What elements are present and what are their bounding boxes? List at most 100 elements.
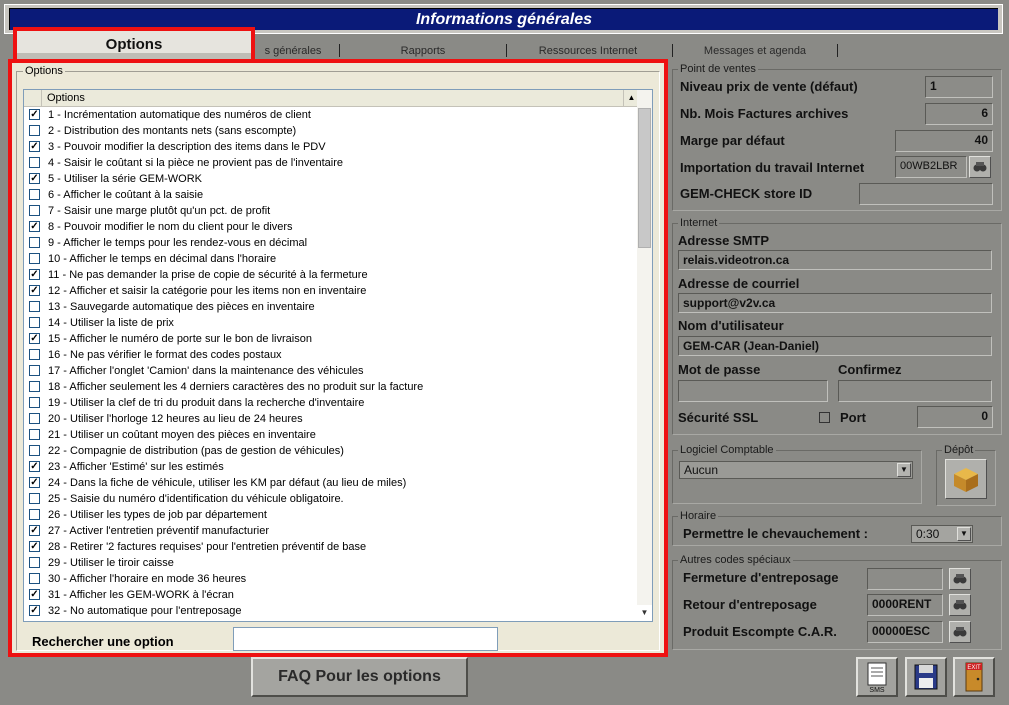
- option-checkbox[interactable]: [29, 317, 40, 328]
- option-row[interactable]: ✓ 32 - No automatique pour l'entreposage: [24, 603, 639, 619]
- option-checkbox[interactable]: [29, 349, 40, 360]
- confirm-password-field[interactable]: [838, 380, 992, 402]
- option-checkbox[interactable]: ✓: [29, 221, 40, 232]
- produit-field[interactable]: 00000ESC: [867, 621, 943, 643]
- option-checkbox[interactable]: [29, 253, 40, 264]
- option-checkbox[interactable]: ✓: [29, 269, 40, 280]
- option-checkbox[interactable]: [29, 557, 40, 568]
- option-checkbox[interactable]: ✓: [29, 541, 40, 552]
- option-row[interactable]: 26 - Utiliser les types de job par dépar…: [24, 507, 639, 523]
- option-checkbox[interactable]: [29, 493, 40, 504]
- option-checkbox[interactable]: ✓: [29, 461, 40, 472]
- tab-rapports[interactable]: Rapports: [348, 42, 498, 60]
- option-checkbox[interactable]: [29, 189, 40, 200]
- option-row[interactable]: ✓ 15 - Afficher le numéro de porte sur le…: [24, 331, 639, 347]
- save-button[interactable]: [905, 657, 947, 697]
- chevron-down-icon[interactable]: ▼: [957, 527, 971, 541]
- option-checkbox[interactable]: [29, 445, 40, 456]
- option-checkbox[interactable]: [29, 205, 40, 216]
- option-row[interactable]: 30 - Afficher l'horaire en mode 36 heure…: [24, 571, 639, 587]
- option-row[interactable]: 14 - Utiliser la liste de prix: [24, 315, 639, 331]
- chevron-down-icon[interactable]: ▼: [897, 463, 911, 477]
- option-row[interactable]: 22 - Compagnie de distribution (pas de g…: [24, 443, 639, 459]
- option-checkbox[interactable]: [29, 429, 40, 440]
- password-field[interactable]: [678, 380, 828, 402]
- option-checkbox[interactable]: ✓: [29, 477, 40, 488]
- logiciel-comptable-select[interactable]: Aucun ▼: [679, 461, 913, 479]
- depot-button[interactable]: [945, 459, 987, 499]
- tab-messages-agenda[interactable]: Messages et agenda: [680, 42, 830, 60]
- search-option-input[interactable]: [233, 627, 498, 651]
- chevauchement-select[interactable]: 0:30 ▼: [911, 525, 973, 543]
- option-checkbox[interactable]: ✓: [29, 109, 40, 120]
- option-row[interactable]: ✓ 31 - Afficher les GEM-WORK à l'écran: [24, 587, 639, 603]
- option-checkbox[interactable]: ✓: [29, 285, 40, 296]
- user-field[interactable]: GEM-CAR (Jean-Daniel): [678, 336, 992, 356]
- option-row[interactable]: ✓ 28 - Retirer '2 factures requises' pour…: [24, 539, 639, 555]
- option-row[interactable]: 17 - Afficher l'onglet 'Camion' dans la …: [24, 363, 639, 379]
- option-row[interactable]: 2 - Distribution des montants nets (sans…: [24, 123, 639, 139]
- option-row[interactable]: ✓ 24 - Dans la fiche de véhicule, utilise…: [24, 475, 639, 491]
- option-checkbox[interactable]: [29, 125, 40, 136]
- marge-field[interactable]: 40: [895, 130, 993, 152]
- option-row[interactable]: ✓ 11 - Ne pas demander la prise de copie …: [24, 267, 639, 283]
- option-checkbox[interactable]: [29, 413, 40, 424]
- option-checkbox[interactable]: ✓: [29, 173, 40, 184]
- option-checkbox[interactable]: ✓: [29, 525, 40, 536]
- fermeture-search-button[interactable]: [949, 568, 971, 590]
- tab-generales[interactable]: s générales: [248, 42, 338, 60]
- option-row[interactable]: ✓ 5 - Utiliser la série GEM-WORK: [24, 171, 639, 187]
- option-row[interactable]: 6 - Afficher le coûtant à la saisie: [24, 187, 639, 203]
- tab-ressources-internet[interactable]: Ressources Internet: [513, 42, 663, 60]
- option-row[interactable]: 25 - Saisie du numéro d'identification d…: [24, 491, 639, 507]
- option-checkbox[interactable]: [29, 397, 40, 408]
- option-row[interactable]: 4 - Saisir le coûtant si la pièce ne pro…: [24, 155, 639, 171]
- faq-options-button[interactable]: FAQ Pour les options: [251, 657, 468, 697]
- options-scrollbar[interactable]: ▼: [637, 90, 652, 621]
- option-row[interactable]: 21 - Utiliser un coûtant moyen des pièce…: [24, 427, 639, 443]
- option-row[interactable]: ✓ 12 - Afficher et saisir la catégorie po…: [24, 283, 639, 299]
- option-checkbox[interactable]: ✓: [29, 333, 40, 344]
- option-checkbox[interactable]: [29, 509, 40, 520]
- niveau-prix-field[interactable]: 1: [925, 76, 993, 98]
- ssl-checkbox[interactable]: [819, 412, 830, 423]
- option-row[interactable]: 13 - Sauvegarde automatique des pièces e…: [24, 299, 639, 315]
- tab-options[interactable]: Options: [13, 27, 255, 63]
- option-row[interactable]: ✓ 3 - Pouvoir modifier la description des…: [24, 139, 639, 155]
- option-checkbox[interactable]: [29, 157, 40, 168]
- option-row[interactable]: 19 - Utiliser la clef de tri du produit …: [24, 395, 639, 411]
- option-checkbox[interactable]: [29, 237, 40, 248]
- smtp-field[interactable]: relais.videotron.ca: [678, 250, 992, 270]
- column-header-options[interactable]: Options: [47, 92, 85, 104]
- exit-button[interactable]: EXIT: [953, 657, 995, 697]
- option-checkbox[interactable]: [29, 301, 40, 312]
- scrollbar-thumb[interactable]: [638, 108, 651, 248]
- email-field[interactable]: support@v2v.ca: [678, 293, 992, 313]
- option-checkbox[interactable]: ✓: [29, 589, 40, 600]
- gemcheck-field[interactable]: [859, 183, 993, 205]
- option-checkbox[interactable]: [29, 381, 40, 392]
- option-row[interactable]: 18 - Afficher seulement les 4 derniers c…: [24, 379, 639, 395]
- option-row[interactable]: 9 - Afficher le temps pour les rendez-vo…: [24, 235, 639, 251]
- produit-search-button[interactable]: [949, 621, 971, 643]
- fermeture-field[interactable]: [867, 568, 943, 590]
- option-row[interactable]: ✓ 1 - Incrémentation automatique des numé…: [24, 107, 639, 123]
- option-checkbox[interactable]: [29, 365, 40, 376]
- import-field[interactable]: 00WB2LBR: [895, 156, 967, 178]
- sms-button[interactable]: SMS: [856, 657, 898, 697]
- option-row[interactable]: ✓ 8 - Pouvoir modifier le nom du client p…: [24, 219, 639, 235]
- option-row[interactable]: 20 - Utiliser l'horloge 12 heures au lie…: [24, 411, 639, 427]
- option-row[interactable]: 16 - Ne pas vérifier le format des codes…: [24, 347, 639, 363]
- option-row[interactable]: ✓ 27 - Activer l'entretien préventif manu…: [24, 523, 639, 539]
- option-checkbox[interactable]: ✓: [29, 605, 40, 616]
- option-checkbox[interactable]: [29, 573, 40, 584]
- option-row[interactable]: ✓ 23 - Afficher 'Estimé' sur les estimés: [24, 459, 639, 475]
- option-row[interactable]: 10 - Afficher le temps en décimal dans l…: [24, 251, 639, 267]
- port-field[interactable]: 0: [917, 406, 993, 428]
- retour-field[interactable]: 0000RENT: [867, 594, 943, 616]
- nb-mois-field[interactable]: 6: [925, 103, 993, 125]
- scroll-down-icon[interactable]: ▼: [637, 605, 652, 621]
- option-checkbox[interactable]: ✓: [29, 141, 40, 152]
- option-row[interactable]: 7 - Saisir une marge plutôt qu'un pct. d…: [24, 203, 639, 219]
- option-row[interactable]: 29 - Utiliser le tiroir caisse: [24, 555, 639, 571]
